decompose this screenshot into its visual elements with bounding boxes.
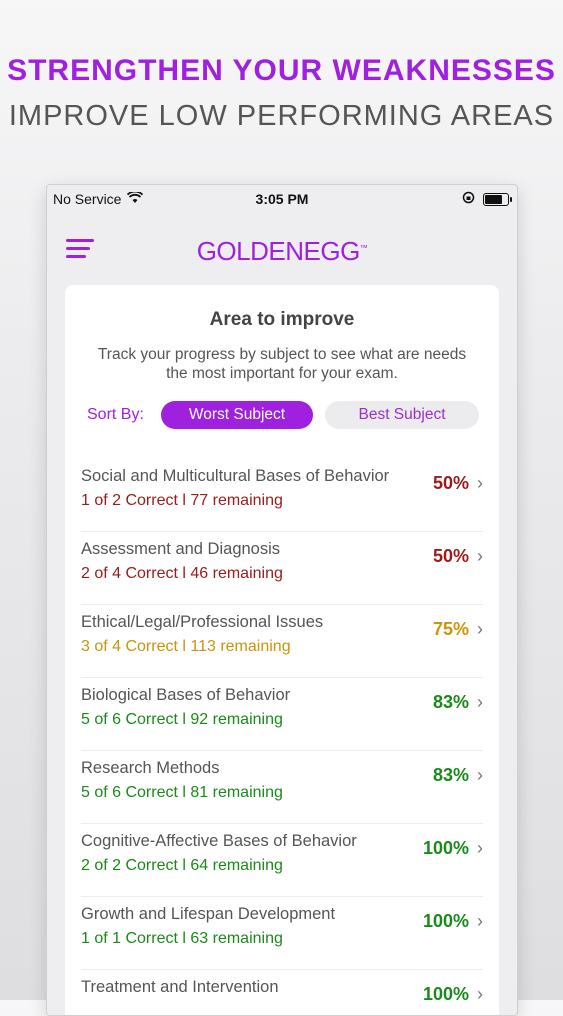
subject-name: Cognitive-Affective Bases of Behavior [81,832,357,850]
orientation-lock-icon [462,191,475,207]
subject-percent: 50% [432,546,469,566]
subject-name: Biological Bases of Behavior [81,686,291,704]
sort-by-label: Sort By: [87,406,144,423]
subject-stats: 5 of 6 Correct l 81 remaining [81,784,283,801]
subject-name: Social and Multicultural Bases of Behavi… [81,467,390,485]
subject-name: Growth and Lifespan Development [81,905,336,923]
card-description: Track your progress by subject to see wh… [97,346,467,382]
subject-row[interactable]: Cognitive-Affective Bases of Behavior 2 o… [81,824,483,897]
subject-percent: 83% [432,765,469,785]
subject-list: Social and Multicultural Bases of Behavi… [81,459,483,1015]
phone-screen: No Service 3:05 PM GOLDENEGG™ Area to im… [46,184,518,1016]
promo-subheadline: IMPROVE LOW PERFORMING AREAS [8,100,555,132]
subject-stats: 3 of 4 Correct l 113 remaining [81,638,291,655]
subject-row[interactable]: Social and Multicultural Bases of Behavi… [81,459,483,532]
chevron-right-icon: › [477,546,483,566]
sort-best-subject-button[interactable]: Best Subject [325,401,479,429]
app-logo: GOLDENEGG™ [196,236,368,266]
chevron-right-icon: › [477,984,483,1004]
subject-name: Ethical/Legal/Professional Issues [81,613,324,631]
chevron-right-icon: › [477,838,483,858]
promo-headline: STRENGTHEN YOUR WEAKNESSES [7,54,556,87]
chevron-right-icon: › [477,692,483,712]
subject-row[interactable]: Assessment and Diagnosis 2 of 4 Correct l… [81,532,483,605]
subject-stats: 2 of 4 Correct l 46 remaining [81,565,283,582]
subject-row[interactable]: Growth and Lifespan Development 1 of 1 Co… [81,897,483,970]
chevron-right-icon: › [477,619,483,639]
sort-worst-subject-button[interactable]: Worst Subject [161,401,313,429]
subject-name: Research Methods [81,759,220,777]
subject-stats: 1 of 2 Correct l 77 remaining [81,492,283,509]
card-title: Area to improve [209,309,355,330]
subject-percent: 83% [432,692,469,712]
subject-row[interactable]: Biological Bases of Behavior 5 of 6 Corre… [81,678,483,751]
subject-stats: 1 of 1 Correct l 63 remaining [81,930,283,947]
status-time: 3:05 PM [255,191,309,207]
subject-percent: 100% [422,911,469,931]
subject-stats: 2 of 2 Correct l 64 remaining [81,857,283,874]
area-to-improve-card: Area to improve Track your progress by s… [65,285,499,1015]
subject-percent: 50% [432,473,469,493]
subject-percent: 75% [432,619,469,639]
chevron-right-icon: › [477,473,483,493]
subject-row[interactable]: Ethical/Legal/Professional Issues 3 of 4 … [81,605,483,678]
chevron-right-icon: › [477,911,483,931]
subject-name: Treatment and Intervention [81,978,279,996]
battery-icon [483,192,512,206]
subject-row[interactable]: Treatment and Intervention 100% › [81,970,483,1015]
subject-name: Assessment and Diagnosis [81,540,281,558]
nav-bar: GOLDENEGG™ [47,221,517,277]
subject-stats: 5 of 6 Correct l 92 remaining [81,711,283,728]
subject-row[interactable]: Research Methods 5 of 6 Correct l 81 rema… [81,751,483,824]
status-bar: No Service 3:05 PM [47,185,517,213]
subject-percent: 100% [422,838,469,858]
chevron-right-icon: › [477,765,483,785]
subject-percent: 100% [422,984,469,1004]
